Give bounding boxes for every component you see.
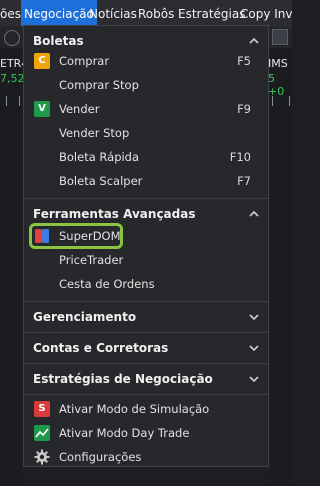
shortcut-key: F10	[229, 150, 251, 164]
negociacao-dropdown: Boletas C Comprar F5 Comprar Stop V Vend…	[23, 25, 269, 467]
menu-noticias[interactable]: Notícias	[89, 0, 137, 26]
menu-item-comprar-stop[interactable]: Comprar Stop	[24, 73, 268, 97]
menu-item-ativar-modo-day-trade[interactable]: Ativar Modo Day Trade	[24, 421, 268, 445]
gear-icon	[34, 449, 50, 465]
menu-estrategias[interactable]: Estratégias	[178, 0, 245, 26]
section-title: Estratégias de Negociação	[33, 372, 213, 386]
shortcut-key: F9	[237, 102, 251, 116]
background-panel-left	[0, 48, 22, 486]
section-title: Gerenciamento	[33, 310, 137, 324]
item-label: Comprar	[59, 54, 110, 68]
menu-robos[interactable]: Robôs	[138, 0, 174, 26]
toolbar-button-icon[interactable]	[272, 29, 288, 45]
item-label: Cesta de Ordens	[59, 277, 155, 291]
chart-tool-icon[interactable]	[6, 96, 20, 106]
ticker-price-right: 5 +0	[268, 72, 285, 98]
section-ferramentas-title: Ferramentas Avançadas	[33, 207, 196, 221]
chevron-down-icon	[249, 345, 259, 352]
section-boletas-title: Boletas	[33, 34, 84, 48]
superdom-icon	[35, 229, 49, 243]
simulation-icon: S	[34, 401, 50, 417]
chevron-up-icon	[249, 210, 259, 217]
item-label: Configurações	[59, 450, 142, 464]
item-label: Comprar Stop	[59, 78, 139, 92]
section-gerenciamento[interactable]: Gerenciamento	[24, 302, 268, 332]
item-label: Boleta Rápida	[59, 150, 140, 164]
item-label: Ativar Modo Day Trade	[59, 426, 190, 440]
menu-item-vender[interactable]: V Vender F9	[24, 97, 268, 121]
item-label: SuperDOM	[59, 229, 121, 243]
chart-tool-icon-right[interactable]	[272, 96, 290, 106]
ticker-symbol-right: IMS	[268, 57, 288, 70]
menu-opcoes[interactable]: ões	[0, 0, 21, 26]
menu-item-vender-stop[interactable]: Vender Stop	[24, 121, 268, 145]
menu-item-boleta-scalper[interactable]: Boleta Scalper F7	[24, 169, 268, 193]
menu-item-boleta-rapida[interactable]: Boleta Rápida F10	[24, 145, 268, 169]
menu-item-superdom[interactable]: SuperDOM	[24, 224, 268, 248]
item-label: Vender	[59, 102, 100, 116]
menu-item-comprar[interactable]: C Comprar F5	[24, 49, 268, 73]
buy-icon: C	[34, 53, 50, 69]
item-label: Vender Stop	[59, 126, 130, 140]
divider	[24, 394, 268, 395]
sell-icon: V	[34, 101, 50, 117]
section-estrategias-de-negociacao[interactable]: Estratégias de Negociação	[24, 364, 268, 394]
section-contas-e-corretoras[interactable]: Contas e Corretoras	[24, 333, 268, 363]
menu-negociacao[interactable]: Negociação	[21, 0, 97, 26]
chevron-up-icon	[249, 37, 259, 44]
menu-item-cesta-de-ordens[interactable]: Cesta de Ordens	[24, 272, 268, 296]
day-trade-icon	[34, 425, 50, 441]
menu-item-pricetrader[interactable]: PriceTrader	[24, 248, 268, 272]
chevron-down-icon	[249, 314, 259, 321]
top-menu-bar: ões Negociação Notícias Robôs Estratégia…	[0, 0, 292, 26]
item-label: PriceTrader	[59, 253, 124, 267]
menu-item-ativar-modo-simulacao[interactable]: S Ativar Modo de Simulação	[24, 397, 268, 421]
item-label: Boleta Scalper	[59, 174, 143, 188]
menu-copy-invest[interactable]: Copy Inve	[240, 0, 292, 26]
zoom-out-icon[interactable]	[4, 30, 20, 46]
item-label: Ativar Modo de Simulação	[59, 402, 210, 416]
background-panel-right	[270, 48, 292, 486]
section-title: Contas e Corretoras	[33, 341, 169, 355]
ticker-price: 7,52	[0, 72, 25, 85]
shortcut-key: F5	[237, 54, 251, 68]
menu-item-configuracoes[interactable]: Configurações	[24, 445, 268, 469]
chevron-down-icon	[249, 376, 259, 383]
shortcut-key: F7	[237, 174, 251, 188]
